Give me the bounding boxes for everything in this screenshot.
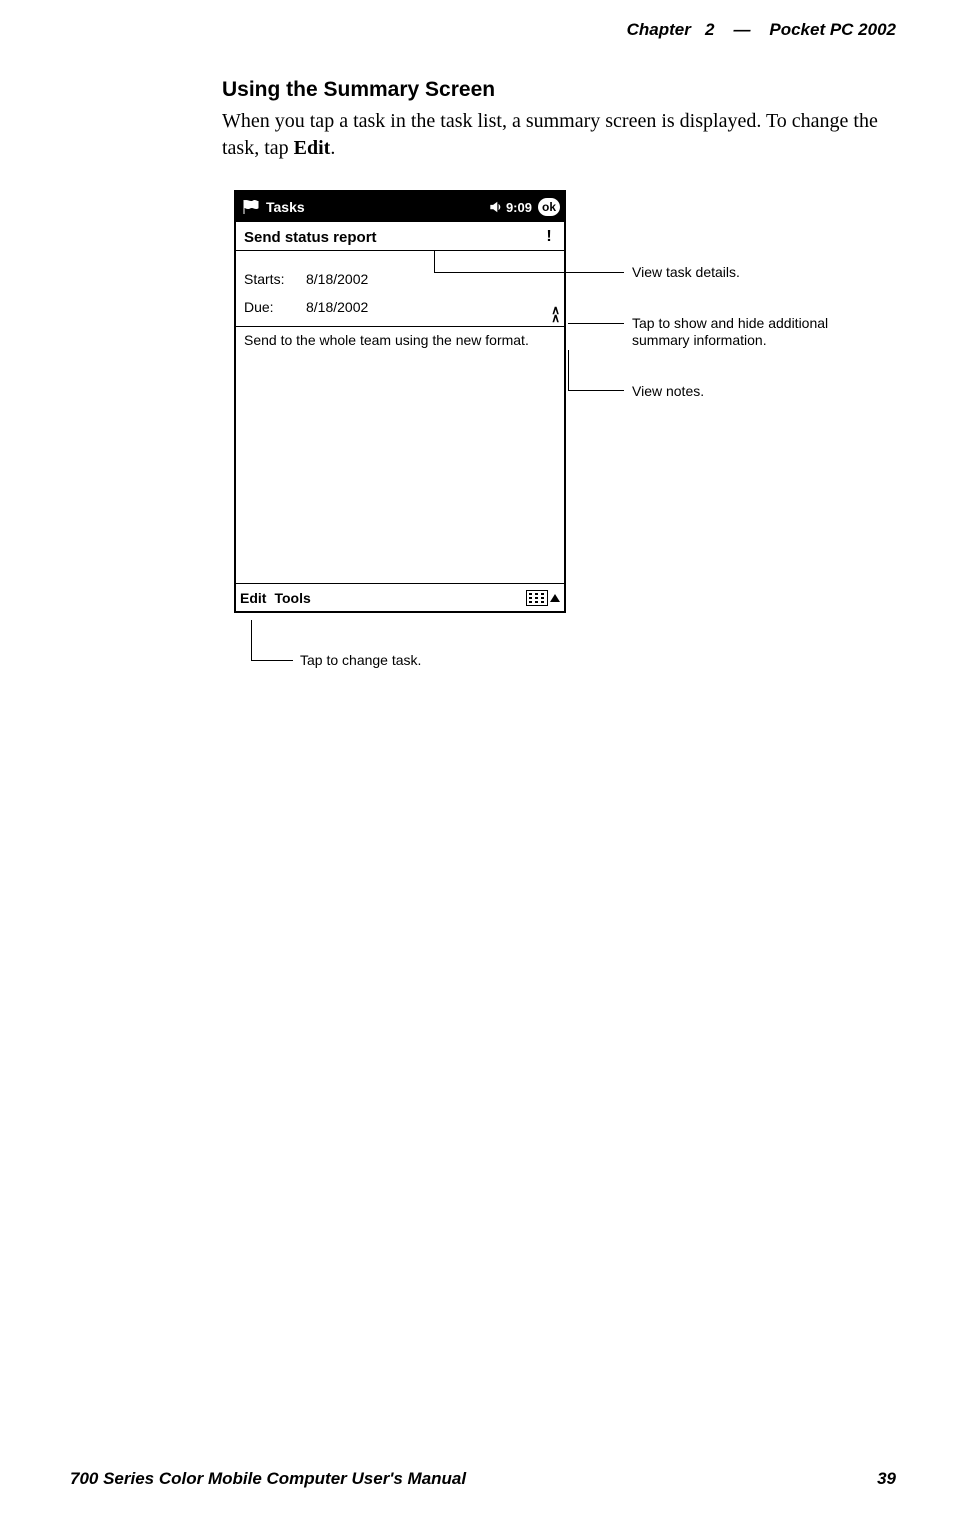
tools-menu[interactable]: Tools [274, 590, 310, 606]
starts-value: 8/18/2002 [306, 271, 368, 287]
task-details[interactable]: Starts: 8/18/2002 Due: 8/18/2002 ∧ ∧ [236, 251, 564, 327]
section-heading: Using the Summary Screen [222, 78, 902, 102]
priority-high-icon: ! [542, 228, 556, 246]
chapter-label: Chapter [627, 20, 691, 39]
task-name: Send status report [244, 229, 542, 246]
due-value: 8/18/2002 [306, 299, 368, 315]
body-text-post: . [330, 137, 335, 159]
callout-line [568, 350, 569, 390]
figure: Tasks 9:09 ok Send status report ! Start… [222, 190, 782, 720]
section-body: When you tap a task in the task list, a … [222, 108, 902, 162]
starts-label: Starts: [244, 271, 306, 287]
ok-button[interactable]: ok [538, 198, 560, 216]
callout-show-hide: Tap to show and hide additional summary … [632, 315, 842, 349]
page-content: Using the Summary Screen When you tap a … [222, 78, 902, 720]
edit-menu[interactable]: Edit [240, 590, 266, 606]
callout-line [251, 620, 252, 660]
header-dash: — [733, 20, 750, 39]
due-label: Due: [244, 299, 306, 315]
callout-view-notes: View notes. [632, 383, 704, 400]
footer-title: 700 Series Color Mobile Computer User's … [70, 1469, 877, 1489]
keyboard-icon[interactable] [526, 590, 548, 606]
titlebar: Tasks 9:09 ok [236, 192, 564, 222]
speaker-icon [488, 199, 504, 215]
chapter-number: 2 [705, 20, 714, 39]
running-footer: 700 Series Color Mobile Computer User's … [70, 1469, 896, 1489]
detail-row-starts: Starts: 8/18/2002 [244, 271, 556, 287]
clock-time: 9:09 [506, 200, 532, 215]
callout-line [568, 323, 624, 324]
running-header: Chapter 2 — Pocket PC 2002 [627, 20, 896, 40]
clock-area[interactable]: 9:09 [488, 199, 532, 215]
pocketpc-screenshot: Tasks 9:09 ok Send status report ! Start… [234, 190, 566, 613]
body-text-bold: Edit [294, 137, 331, 159]
notes-text: Send to the whole team using the new for… [244, 332, 529, 348]
callout-tap-edit: Tap to change task. [300, 652, 421, 669]
start-flag-icon[interactable] [240, 196, 262, 218]
expand-collapse-toggle[interactable]: ∧ ∧ [551, 306, 560, 322]
task-notes[interactable]: Send to the whole team using the new for… [236, 327, 564, 583]
sip-up-icon[interactable] [550, 594, 560, 602]
bottom-toolbar: Edit Tools [236, 583, 564, 611]
task-title-row[interactable]: Send status report ! [236, 222, 564, 251]
product-name: Pocket PC 2002 [769, 20, 896, 39]
callout-line [434, 272, 624, 273]
callout-line [251, 660, 293, 661]
callout-line [434, 250, 435, 272]
callout-line [568, 390, 624, 391]
page-number: 39 [877, 1469, 896, 1489]
app-title[interactable]: Tasks [266, 199, 305, 215]
chevron-up-icon: ∧ [551, 314, 560, 322]
callout-view-details: View task details. [632, 264, 740, 281]
detail-row-due: Due: 8/18/2002 [244, 299, 556, 315]
